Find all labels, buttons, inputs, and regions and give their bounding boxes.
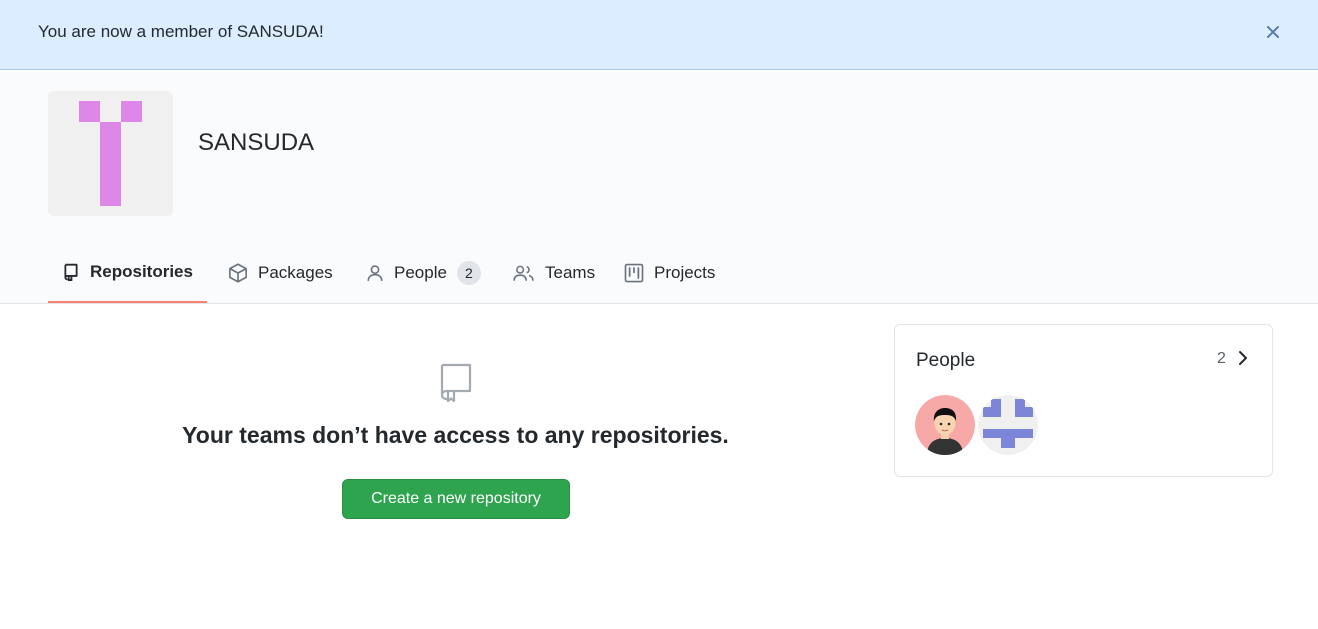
people-icon <box>513 265 534 281</box>
tab-label: Projects <box>654 262 716 282</box>
tab-packages[interactable]: Packages <box>228 242 333 303</box>
people-box-count[interactable]: 2 <box>1217 350 1226 368</box>
avatar-identicon-icon <box>983 399 1033 448</box>
people-counter: 2 <box>456 260 481 285</box>
tab-label: People <box>394 262 447 282</box>
org-name: SANSUDA <box>198 129 315 156</box>
package-icon <box>229 262 247 283</box>
repositories-blankslate: Your teams don’t have access to any repo… <box>48 304 863 564</box>
member-avatar[interactable] <box>915 395 975 455</box>
org-avatar <box>48 91 173 216</box>
tab-projects[interactable]: Projects <box>624 242 715 303</box>
repo-icon <box>64 263 78 281</box>
avatar-person-icon <box>915 395 975 455</box>
project-icon <box>624 263 644 282</box>
person-icon <box>367 264 383 281</box>
people-box-title[interactable]: People <box>916 350 975 372</box>
org-header: SANSUDA Repositories Packages People 2 T… <box>0 70 1318 304</box>
flash-banner: You are now a member of SANSUDA! <box>0 0 1318 70</box>
tab-teams[interactable]: Teams <box>513 242 595 303</box>
member-avatar[interactable] <box>978 395 1038 455</box>
tab-label: Teams <box>545 262 596 282</box>
chevron-right-icon[interactable] <box>1237 349 1249 372</box>
create-repository-button[interactable]: Create a new repository <box>342 479 570 519</box>
tab-label: Repositories <box>90 261 193 281</box>
tab-repositories[interactable]: Repositories <box>48 242 207 303</box>
tab-label: Packages <box>258 262 333 282</box>
org-identicon-icon <box>79 101 142 206</box>
flash-message: You are now a member of SANSUDA! <box>38 22 324 41</box>
close-icon[interactable] <box>1262 21 1284 43</box>
blankslate-title: Your teams don’t have access to any repo… <box>182 422 729 448</box>
people-sidebar-box: People 2 <box>894 324 1273 477</box>
tab-people[interactable]: People 2 <box>366 242 481 303</box>
repo-icon <box>438 362 474 407</box>
